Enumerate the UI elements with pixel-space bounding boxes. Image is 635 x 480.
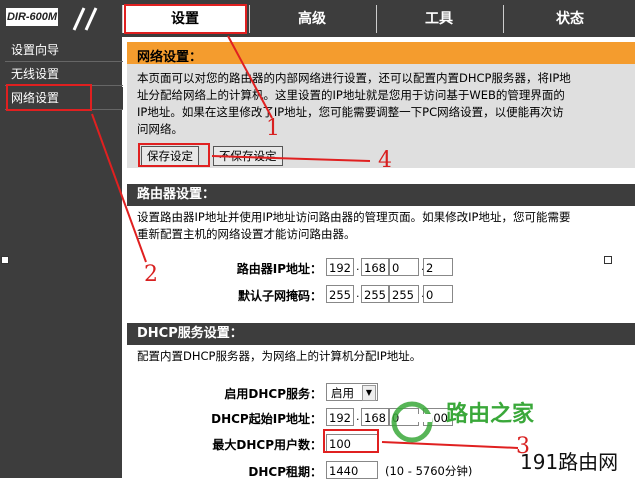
sidebar-item-setup-wizard[interactable]: 设置向导 [5,39,123,62]
subnet-mask-octet-4[interactable]: 0 [423,285,453,303]
dhcp-max-users-label: 最大DHCP用户数： [212,438,322,452]
router-ip-label: 路由器IP地址： [236,262,322,276]
dhcp-start-ip-octet-1[interactable]: 192 [326,408,354,426]
router-settings-description: 设置路由器IP地址并使用IP地址访问路由器的管理页面。如果修改IP地址，您可能需… [137,210,571,241]
tab-tools[interactable]: 工具 [376,5,501,33]
ip-separator: . [356,410,360,423]
dhcp-start-ip-octet-2[interactable]: 168 [361,408,389,426]
watermark-logo-icon [391,401,433,443]
watermark-site: 191路由网 [520,450,619,474]
dhcp-enable-select[interactable]: 启用 ▼ [326,383,378,401]
chevron-down-icon: ▼ [362,385,376,401]
annotation-number-2: 2 [144,262,158,287]
product-logo: DIR-600M [6,8,58,26]
dhcp-settings-description: 配置内置DHCP服务器，为网络上的计算机分配IP地址。 [137,349,422,363]
dhcp-lease-hint: (10 - 5760分钟) [385,464,473,478]
subnet-mask-octet-3[interactable]: 255 [389,285,419,303]
main-content: 网络设置： 本页面可以对您的路由器的内部网络进行设置，还可以配置内置DHCP服务… [127,37,635,479]
router-ip-octet-1[interactable]: 192 [326,258,354,276]
tab-advanced[interactable]: 高级 [249,5,374,33]
annotation-box-save [138,143,210,167]
dhcp-enable-label: 启用DHCP服务： [224,387,322,401]
tab-status[interactable]: 状态 [503,5,635,33]
no-save-button[interactable]: 不保存设定 [213,146,283,166]
annotation-number-4: 4 [378,148,392,173]
router-ip-octet-3[interactable]: 0 [389,258,419,276]
frame-handle [1,256,9,264]
logo-slashes-decoration [72,7,98,31]
router-ip-octet-2[interactable]: 168 [361,258,389,276]
dhcp-lease-input[interactable]: 1440 [326,461,378,479]
annotation-box-max-users [323,429,379,453]
watermark-text: 路由之家 [446,402,535,427]
top-nav-bar: DIR-600M 设置 高级 工具 状态 [0,0,635,37]
dhcp-enable-value: 启用 [331,386,354,400]
ip-separator: . [356,260,360,273]
network-settings-description: 本页面可以对您的路由器的内部网络进行设置，还可以配置内置DHCP服务器，将IP地… [137,71,571,136]
router-ip-octet-4[interactable]: 2 [423,258,453,276]
sidebar-item-wireless[interactable]: 无线设置 [5,63,123,86]
network-settings-title: 网络设置： [137,50,203,65]
annotation-number-1: 1 [266,116,280,141]
dhcp-start-ip-label: DHCP起始IP地址： [211,412,322,426]
subnet-mask-octet-1[interactable]: 255 [326,285,354,303]
dhcp-lease-label: DHCP租期： [248,465,322,479]
annotation-box-setup-tab [124,4,247,34]
router-settings-header: 路由器设置： [127,184,635,206]
subnet-mask-octet-2[interactable]: 255 [361,285,389,303]
frame-handle [604,256,612,264]
subnet-mask-label: 默认子网掩码： [237,289,322,303]
ip-separator: . [356,287,360,300]
annotation-box-network-item [6,84,92,111]
dhcp-settings-header: DHCP服务设置： [127,323,635,345]
